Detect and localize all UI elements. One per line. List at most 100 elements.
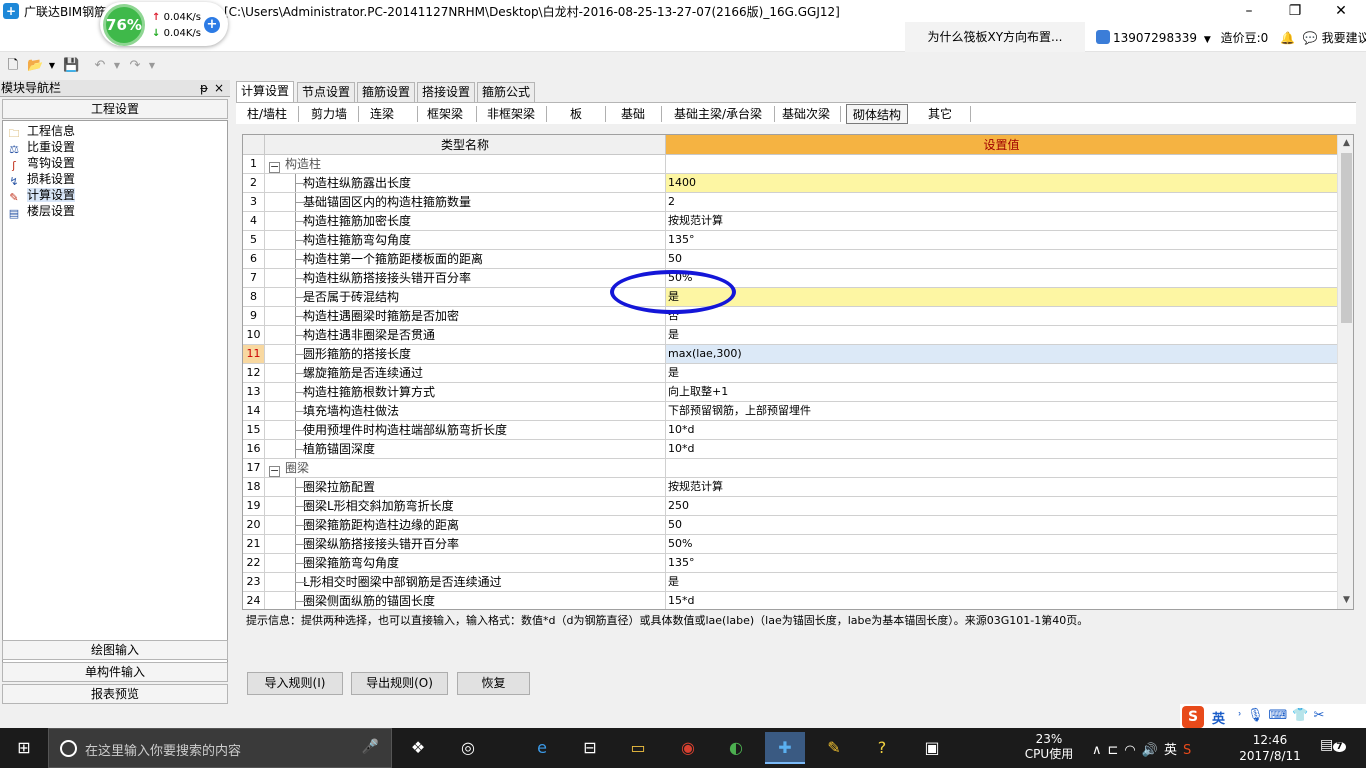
download-app-icon[interactable]: ◐ bbox=[716, 732, 756, 764]
restore-button[interactable]: 恢复 bbox=[457, 672, 530, 695]
table-row[interactable]: 3 基础锚固区内的构造柱箍筋数量 2 bbox=[243, 193, 1337, 212]
close-button[interactable]: ✕ bbox=[1318, 0, 1364, 22]
table-row[interactable]: 6 构造柱第一个箍筋距楼板面的距离 50 bbox=[243, 250, 1337, 269]
glodon-app-icon[interactable]: ✚ bbox=[765, 732, 805, 764]
scroll-up-icon[interactable]: ▲ bbox=[1338, 135, 1353, 152]
ime-toolbar[interactable]: S 英 ˒🎙⌨👕✂ bbox=[1180, 704, 1366, 730]
nav-item-hook[interactable]: ʃ 弯钩设置 bbox=[7, 155, 75, 172]
table-row[interactable]: 17− 圈梁 bbox=[243, 459, 1337, 478]
table-row[interactable]: 22 圈梁箍筋弯勾角度 135° bbox=[243, 554, 1337, 573]
tools-icon[interactable]: ✂ bbox=[1313, 708, 1329, 723]
table-row[interactable]: 1− 构造柱 bbox=[243, 155, 1337, 174]
row-setting-value[interactable]: 135° bbox=[666, 554, 1337, 573]
app-icon-1[interactable]: ◎ bbox=[448, 732, 488, 764]
tray-expand-icon[interactable]: ∧ bbox=[1092, 743, 1108, 758]
user-phone[interactable]: 13907298339 bbox=[1113, 31, 1197, 45]
punct-icon[interactable]: ˒ bbox=[1238, 708, 1247, 723]
suggest-icon[interactable]: 💬 bbox=[1303, 31, 1318, 45]
collapse-icon[interactable]: − bbox=[269, 161, 280, 173]
minimize-button[interactable]: – bbox=[1226, 0, 1272, 22]
ime-tools[interactable]: ˒🎙⌨👕✂ bbox=[1238, 708, 1329, 723]
row-setting-value[interactable]: 向上取整+1 bbox=[666, 383, 1337, 402]
tab-frame-beam[interactable]: 框架梁 bbox=[420, 104, 470, 124]
keyboard-icon[interactable]: ⌨ bbox=[1269, 708, 1293, 723]
tab-nonframe-beam[interactable]: 非框架梁 bbox=[480, 104, 542, 124]
table-row[interactable]: 24 圈梁侧面纵筋的锚固长度 15*d bbox=[243, 592, 1337, 609]
open-dropdown-icon[interactable]: ▼ bbox=[44, 58, 60, 74]
row-setting-value[interactable]: 按规范计算 bbox=[666, 478, 1337, 497]
row-setting-value[interactable]: 50 bbox=[666, 250, 1337, 269]
export-rules-button[interactable]: 导出规则(O) bbox=[351, 672, 448, 695]
row-setting-value[interactable] bbox=[666, 155, 1337, 174]
help-app-icon[interactable]: ? bbox=[862, 732, 902, 764]
tab-node-settings[interactable]: 节点设置 bbox=[297, 82, 356, 102]
task-view-icon[interactable]: ❖ bbox=[398, 732, 438, 764]
section-report-preview[interactable]: 报表预览 bbox=[2, 684, 228, 704]
tab-foundation-sub-beam[interactable]: 基础次梁 bbox=[778, 104, 834, 124]
maximize-button[interactable]: ❐ bbox=[1272, 0, 1318, 22]
table-row[interactable]: 23 L形相交时圈梁中部钢筋是否连续通过 是 bbox=[243, 573, 1337, 592]
table-row[interactable]: 12 螺旋箍筋是否连续通过 是 bbox=[243, 364, 1337, 383]
table-row[interactable]: 5 构造柱箍筋弯勾角度 135° bbox=[243, 231, 1337, 250]
import-rules-button[interactable]: 导入规则(I) bbox=[247, 672, 343, 695]
scroll-down-icon[interactable]: ▼ bbox=[1338, 592, 1353, 609]
table-row[interactable]: 2 构造柱纵筋露出长度 1400 bbox=[243, 174, 1337, 193]
row-setting-value[interactable]: 否 bbox=[666, 307, 1337, 326]
collapse-icon[interactable]: − bbox=[269, 465, 280, 477]
tab-foundation-main-beam[interactable]: 基础主梁/承台梁 bbox=[666, 104, 770, 124]
tab-other[interactable]: 其它 bbox=[920, 104, 960, 124]
table-row[interactable]: 7 构造柱纵筋搭接接头错开百分率 50% bbox=[243, 269, 1337, 288]
table-row[interactable]: 21 圈梁纵筋搭接接头错开百分率 50% bbox=[243, 535, 1337, 554]
row-setting-value[interactable]: 50% bbox=[666, 535, 1337, 554]
row-setting-value[interactable]: max(lae,300) bbox=[666, 345, 1337, 364]
tab-column[interactable]: 柱/墙柱 bbox=[240, 104, 294, 124]
row-setting-value[interactable]: 10*d bbox=[666, 440, 1337, 459]
table-row[interactable]: 8 是否属于砖混结构 是 bbox=[243, 288, 1337, 307]
row-setting-value[interactable]: 250 bbox=[666, 497, 1337, 516]
tab-shear-wall[interactable]: 剪力墙 bbox=[304, 104, 354, 124]
notification-icon[interactable]: ▤ 7 bbox=[1320, 737, 1346, 753]
redo-icon[interactable]: ↷ bbox=[127, 58, 143, 74]
section-project-settings[interactable]: 工程设置 bbox=[2, 99, 228, 119]
store-icon[interactable]: ⊟ bbox=[570, 732, 610, 764]
chevron-down-icon[interactable]: ▼ bbox=[1204, 35, 1211, 45]
pin-icon[interactable]: ᵽ bbox=[200, 80, 208, 97]
table-row[interactable]: 19 圈梁L形相交斜加筋弯折长度 250 bbox=[243, 497, 1337, 516]
row-setting-value[interactable]: 1400 bbox=[666, 174, 1337, 193]
tab-slab[interactable]: 板 bbox=[552, 104, 600, 124]
user-area[interactable]: 13907298339 ▼ 造价豆:0 🔔 💬 我要建议 bbox=[1096, 29, 1366, 46]
suggest-link[interactable]: 我要建议 bbox=[1322, 31, 1366, 45]
file-explorer-icon[interactable]: ▭ bbox=[618, 732, 658, 764]
row-setting-value[interactable]: 2 bbox=[666, 193, 1337, 212]
row-setting-value[interactable]: 是 bbox=[666, 364, 1337, 383]
ime-language[interactable]: 英 bbox=[1212, 708, 1225, 727]
tab-stirrup-formula[interactable]: 箍筋公式 bbox=[477, 82, 536, 102]
monitor-app-icon[interactable]: ▣ bbox=[912, 732, 952, 764]
sogou-icon[interactable]: S bbox=[1182, 706, 1204, 728]
row-setting-value[interactable]: 50% bbox=[666, 269, 1337, 288]
undo-icon[interactable]: ↶ bbox=[92, 58, 108, 74]
keyboard-lang[interactable]: 英 bbox=[1164, 743, 1183, 758]
tab-calc-settings[interactable]: 计算设置 bbox=[236, 81, 295, 102]
nav-item-loss[interactable]: ↯ 损耗设置 bbox=[7, 171, 75, 188]
table-row[interactable]: 10 构造柱遇非圈梁是否贯通 是 bbox=[243, 326, 1337, 345]
row-setting-value[interactable]: 50 bbox=[666, 516, 1337, 535]
tab-coupling-beam[interactable]: 连梁 bbox=[362, 104, 402, 124]
taskbar-search[interactable]: 在这里输入你要搜索的内容 🎤 bbox=[48, 728, 392, 768]
undo-dropdown-icon[interactable]: ▼ bbox=[109, 58, 125, 74]
row-setting-value[interactable]: 135° bbox=[666, 231, 1337, 250]
row-setting-value[interactable]: 10*d bbox=[666, 421, 1337, 440]
tab-masonry[interactable]: 砌体结构 bbox=[846, 104, 908, 124]
nav-item-calc[interactable]: ✎ 计算设置 bbox=[7, 187, 76, 204]
sogou-tray-icon[interactable]: S bbox=[1183, 743, 1197, 758]
table-row[interactable]: 14 填充墙构造柱做法 下部预留钢筋，上部预留埋件 bbox=[243, 402, 1337, 421]
section-drawing-input[interactable]: 绘图输入 bbox=[2, 640, 228, 660]
row-setting-value[interactable]: 是 bbox=[666, 573, 1337, 592]
wifi-icon[interactable]: ◠ bbox=[1124, 743, 1141, 758]
nav-item-project-info[interactable]: 🗀 工程信息 bbox=[7, 123, 76, 140]
row-setting-value[interactable]: 15*d bbox=[666, 592, 1337, 609]
tab-stirrup-settings[interactable]: 箍筋设置 bbox=[357, 82, 416, 102]
bell-icon[interactable]: 🔔 bbox=[1280, 31, 1295, 45]
vertical-scrollbar[interactable]: ▲ ▼ bbox=[1337, 135, 1353, 609]
row-setting-value[interactable]: 下部预留钢筋，上部预留埋件 bbox=[666, 402, 1337, 421]
